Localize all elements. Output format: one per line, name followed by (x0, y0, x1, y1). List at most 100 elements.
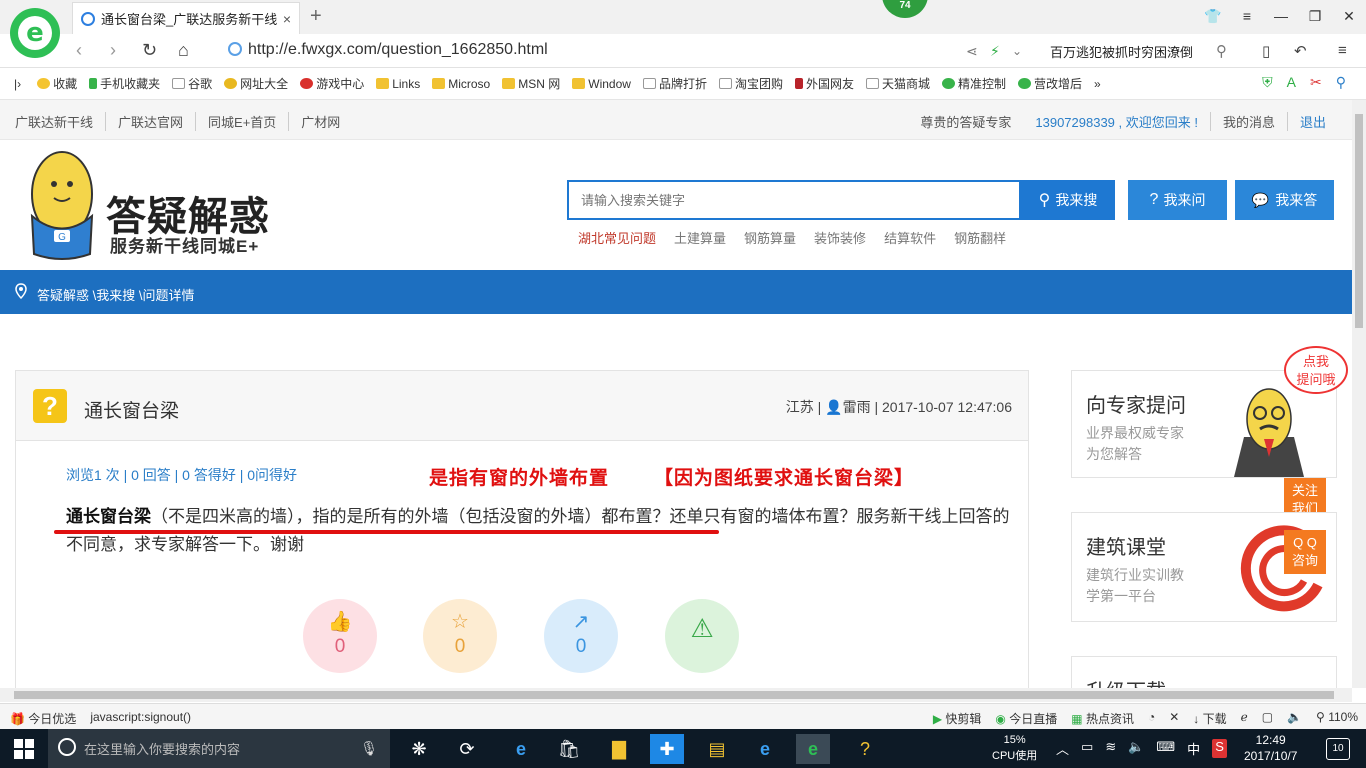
bookmark-item[interactable]: 游戏中心 (300, 75, 364, 92)
window-icon[interactable]: ▢ (1262, 710, 1273, 727)
bookmark-item[interactable]: 天猫商城 (865, 75, 930, 92)
translate-icon[interactable]: A (1287, 74, 1296, 91)
undo-icon[interactable]: ↶ (1294, 42, 1307, 60)
bookmark-item[interactable]: Links (376, 77, 420, 91)
back-icon[interactable]: ‹ (76, 40, 82, 61)
search-button[interactable]: ⚲ 我来搜 (1021, 180, 1115, 220)
author[interactable]: 雷雨 (843, 399, 871, 415)
browser-360-icon[interactable]: e (796, 734, 830, 764)
mobile-icon[interactable]: ▯ (1262, 42, 1270, 60)
bookmark-item[interactable]: 外国网友 (794, 75, 854, 92)
mascot-logo-icon[interactable]: G (14, 146, 104, 261)
ie-icon[interactable]: e (748, 734, 782, 764)
report-button[interactable]: ⚠ (665, 599, 739, 673)
menu-icon[interactable]: ≡ (1230, 8, 1264, 24)
bookmark-item[interactable]: 营改增后 (1018, 75, 1082, 92)
ask-bubble[interactable]: 点我 提问哦 (1284, 346, 1348, 394)
home-icon[interactable]: ⌂ (178, 40, 189, 61)
browser-swirl-icon[interactable]: ⟳ (450, 734, 484, 764)
search-input[interactable] (569, 182, 1019, 218)
url-field[interactable]: http://e.fwxgx.com/question_1662850.html (248, 41, 548, 59)
ask-button[interactable]: ? 我来问 (1128, 180, 1227, 220)
wifi-icon[interactable]: ≋ (1105, 739, 1116, 758)
notes-icon[interactable]: ▤ (700, 734, 734, 764)
skin-icon[interactable]: 👕 (1196, 8, 1230, 25)
ime-indicator[interactable]: 中 (1187, 739, 1200, 758)
search-tool-icon[interactable]: ⚲ (1336, 74, 1346, 91)
edge-icon[interactable]: e (504, 734, 538, 764)
bookmark-item[interactable]: 手机收藏夹 (89, 75, 160, 92)
hot-link[interactable]: 钢筋翻样 (954, 228, 1006, 247)
quick-clip[interactable]: ▶ 快剪辑 (933, 710, 982, 727)
breadcrumb[interactable]: 答疑解惑 \我来搜 \问题详情 (37, 285, 194, 304)
cpu-usage[interactable]: 15% CPU使用 (992, 732, 1037, 764)
search-icon[interactable]: ⚲ (1216, 42, 1227, 60)
close-window-button[interactable]: ✕ (1332, 8, 1366, 25)
hot-link[interactable]: 湖北常见问题 (578, 228, 656, 247)
downloads[interactable]: ↓ 下载 (1193, 710, 1226, 727)
bookmark-item[interactable]: 精准控制 (942, 75, 1006, 92)
tools-icon[interactable]: ✕ (1169, 710, 1179, 727)
store-icon[interactable]: 🛍 (552, 734, 586, 764)
ie-mode-icon[interactable]: ℯ (1241, 710, 1248, 727)
user-link[interactable]: 13907298339 , 欢迎您回来 ! (1023, 112, 1210, 131)
nav-link[interactable]: 广材网 (289, 112, 352, 131)
new-tab-button[interactable]: + (310, 5, 322, 28)
minimize-button[interactable]: — (1264, 8, 1298, 24)
favorite-button[interactable]: ☆ 0 (423, 599, 497, 673)
dropdown-icon[interactable]: ⌄ (1012, 44, 1022, 58)
bookmark-item[interactable]: 淘宝团购 (718, 75, 783, 92)
reload-icon[interactable]: ↻ (142, 40, 157, 61)
tab-close-icon[interactable]: × (283, 11, 291, 27)
scissors-icon[interactable]: ✂ (1310, 74, 1322, 91)
hot-link[interactable]: 钢筋算量 (744, 228, 796, 247)
browser-logo-icon[interactable]: e (10, 8, 60, 58)
bookmark-item[interactable]: 谷歌 (172, 75, 212, 92)
app-plus-icon[interactable]: ✚ (650, 734, 684, 764)
more-menu-icon[interactable]: ≡ (1338, 42, 1347, 59)
sidebar-toggle-icon[interactable]: |› (14, 77, 21, 91)
fast-mode-icon[interactable]: ⚡ (990, 43, 1000, 60)
like-button[interactable]: 👍 0 (303, 599, 377, 673)
nav-link[interactable]: 广联达新干线 (15, 112, 107, 131)
volume-icon[interactable]: 🔈 (1287, 710, 1302, 727)
action-center-icon[interactable]: 10 (1326, 738, 1350, 760)
horizontal-scrollbar[interactable] (0, 688, 1352, 702)
vertical-scrollbar[interactable] (1352, 100, 1366, 688)
sogou-icon[interactable]: S (1212, 739, 1227, 758)
tray-expand-icon[interactable]: ︿ (1056, 739, 1069, 758)
file-explorer-icon[interactable]: ▇ (602, 734, 636, 764)
hot-news[interactable]: ▦ 热点资讯 (1071, 710, 1134, 727)
search-news-text[interactable]: 百万逃犯被抓时穷困潦倒 (1050, 42, 1193, 61)
share-page-icon[interactable]: ⋖ (966, 43, 978, 60)
messages-link[interactable]: 我的消息 (1209, 112, 1287, 131)
scrollbar-thumb[interactable] (14, 691, 1334, 699)
bookmark-item[interactable]: 品牌打折 (642, 75, 707, 92)
bookmark-item[interactable]: 网址大全 (224, 75, 288, 92)
nav-link[interactable]: 广联达官网 (106, 112, 197, 131)
hot-link[interactable]: 结算软件 (884, 228, 936, 247)
today-picks[interactable]: 🎁 今日优选 (10, 710, 76, 727)
live-today[interactable]: ◉ 今日直播 (995, 710, 1057, 727)
restore-button[interactable]: ❐ (1298, 8, 1332, 25)
qq-consult-button[interactable]: Q Q 咨询 (1284, 530, 1326, 574)
browser-tab[interactable]: 通长窗台梁_广联达服务新干线 × (72, 2, 300, 34)
answer-button[interactable]: 💬 我来答 (1235, 180, 1334, 220)
speaker-icon[interactable]: 🔈 (1128, 739, 1144, 758)
bookmark-item[interactable]: Microso (432, 77, 490, 91)
bookmark-item[interactable]: 收藏 (37, 75, 77, 92)
qa-app-icon[interactable]: ? (848, 734, 882, 764)
bookmark-item[interactable]: Window (572, 77, 631, 91)
microphone-icon[interactable]: 🎙 (360, 740, 378, 757)
speed-icon[interactable]: ◔ (1148, 710, 1155, 727)
notification-badge[interactable]: 74 (882, 0, 928, 18)
share-button[interactable]: ↗ 0 (544, 599, 618, 673)
hot-link[interactable]: 土建算量 (674, 228, 726, 247)
task-view-icon[interactable]: ❋ (402, 734, 436, 764)
logout-link[interactable]: 退出 (1286, 112, 1338, 131)
taskbar-clock[interactable]: 12:49 2017/10/7 (1244, 732, 1297, 764)
battery-icon[interactable]: ▭ (1081, 739, 1093, 758)
search-box[interactable] (567, 180, 1021, 220)
bookmarks-more[interactable]: » (1094, 77, 1101, 91)
hot-link[interactable]: 装饰装修 (814, 228, 866, 247)
